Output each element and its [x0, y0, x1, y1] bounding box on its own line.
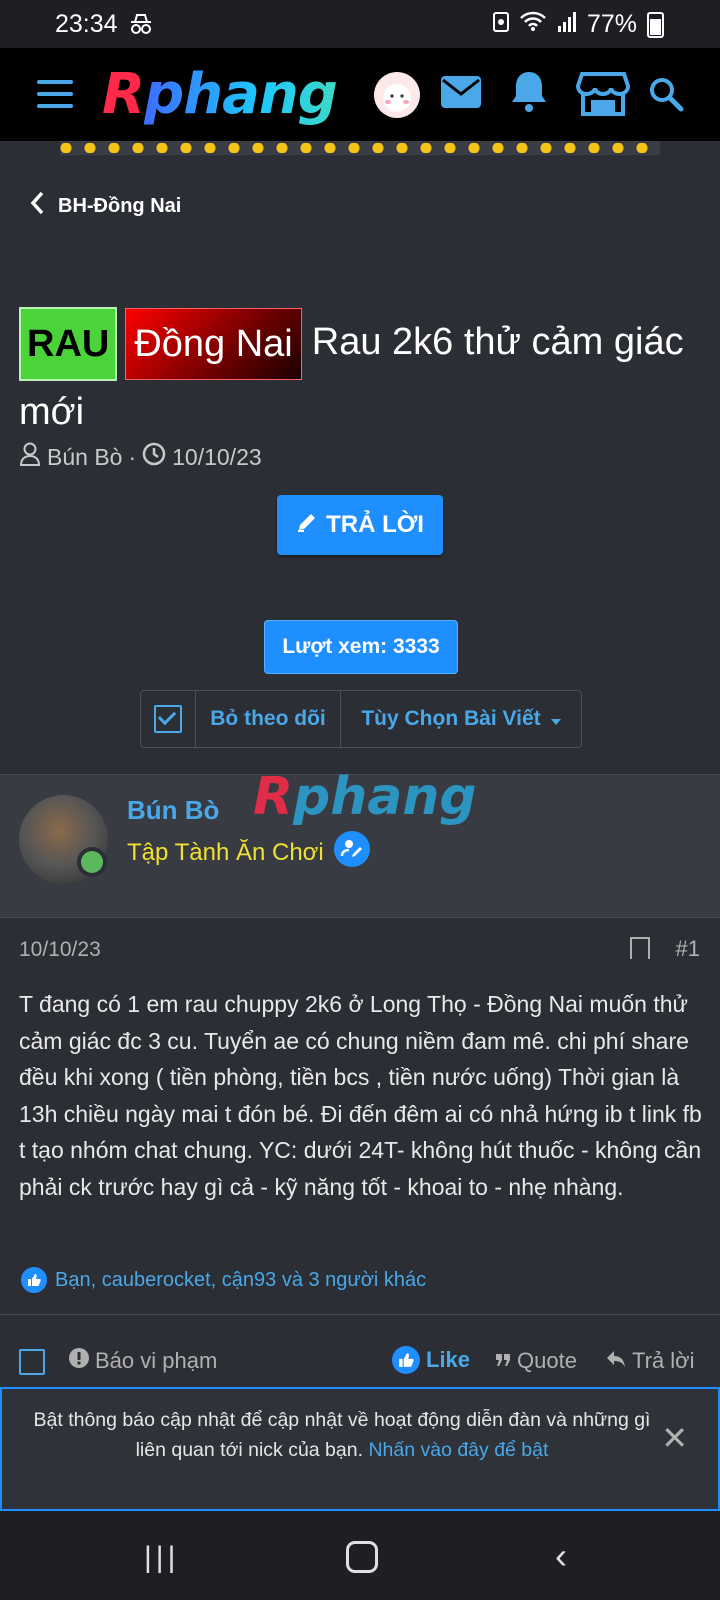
post-body: T đang có 1 em rau chuppy 2k6 ở Long Thọ… [19, 991, 702, 1200]
checkbox-checked-icon [154, 705, 182, 733]
store-icon[interactable] [575, 70, 631, 118]
reply-button[interactable]: TRẢ LỜI [277, 495, 443, 555]
user-avatar[interactable] [374, 72, 420, 118]
view-count-badge: Lượt xem: 3333 [264, 620, 458, 674]
reactions-summary[interactable]: Bạn, cauberocket, cận93 và 3 người khác [19, 1265, 426, 1295]
system-nav-bar: ||| ‹ [0, 1511, 720, 1600]
verified-editor-icon [333, 831, 370, 874]
thread-meta: Bún Bò · 10/10/23 [19, 442, 262, 472]
notice-text: Bật thông báo cập nhật để cập nhật về ho… [33, 1409, 651, 1461]
select-thread-checkbox[interactable] [141, 691, 196, 747]
post-reply-button[interactable]: Trả lời [606, 1348, 695, 1374]
thread-date[interactable]: 10/10/23 [172, 444, 262, 471]
menu-icon[interactable] [37, 80, 73, 108]
online-status-icon [77, 847, 107, 877]
mail-icon[interactable] [440, 74, 488, 122]
status-time: 23:34 [55, 10, 118, 38]
post-author-header: Bún Bò Tập Tành Ăn Chơi Rphang [0, 767, 720, 918]
search-icon[interactable] [648, 76, 696, 124]
recent-apps-icon[interactable]: ||| [144, 1541, 179, 1575]
thread-options-label: Tùy Chọn Bài Viết [361, 707, 541, 730]
bell-icon[interactable] [510, 70, 558, 118]
select-post-checkbox[interactable] [19, 1349, 45, 1375]
data-saver-icon [492, 10, 509, 39]
wifi-icon [519, 10, 547, 39]
divider [0, 1314, 720, 1315]
notice-enable-link[interactable]: Nhấn vào đây để bật [368, 1439, 548, 1461]
pencil-icon [296, 511, 318, 540]
report-button[interactable]: Báo vi phạm [69, 1348, 217, 1374]
reply-button-label: TRẢ LỜI [326, 511, 424, 538]
user-icon [19, 442, 41, 472]
battery-icon [647, 11, 664, 38]
signal-icon [557, 10, 577, 39]
unwatch-button[interactable]: Bỏ theo dõi [196, 691, 341, 747]
decorative-banner [60, 141, 660, 155]
post-reply-label: Trả lời [632, 1348, 695, 1373]
post-number[interactable]: #1 [676, 936, 700, 962]
caret-down-icon [550, 707, 561, 731]
back-icon[interactable]: ‹ [555, 1535, 567, 1577]
bookmark-icon[interactable] [630, 937, 650, 959]
site-logo[interactable]: Rphang [102, 62, 338, 127]
post-author-name[interactable]: Bún Bò [127, 795, 219, 826]
like-button[interactable]: Like [392, 1346, 470, 1374]
watermark-logo: Rphang [253, 767, 477, 827]
home-icon[interactable] [346, 1541, 378, 1573]
prefix-tag-location[interactable]: Đồng Nai [125, 308, 302, 380]
breadcrumb-label: BH-Đồng Nai [58, 194, 182, 217]
quote-label: Quote [517, 1348, 577, 1373]
top-navbar: Rphang [0, 48, 720, 141]
battery-percent: 77% [586, 10, 637, 38]
close-icon[interactable]: ✕ [661, 1419, 688, 1457]
prefix-tag-rau[interactable]: RAU [19, 307, 118, 381]
chevron-left-icon [30, 191, 44, 221]
reply-arrow-icon [606, 1348, 626, 1374]
thread-actions: Bỏ theo dõi Tùy Chọn Bài Viết [140, 690, 582, 748]
clock-icon [142, 442, 166, 472]
breadcrumb[interactable]: BH-Đồng Nai [30, 191, 181, 221]
exclamation-circle-icon [69, 1348, 89, 1374]
post-actions: Báo vi phạm Like Quote Trả lời [19, 1346, 699, 1382]
post-date[interactable]: 10/10/23 [19, 938, 101, 962]
quote-button[interactable]: Quote [495, 1348, 577, 1374]
like-label: Like [426, 1347, 471, 1372]
user-title: Tập Tành Ăn Chơi [127, 831, 370, 874]
reactions-text: Bạn, cauberocket, cận93 và 3 người khác [55, 1268, 427, 1291]
user-title-text: Tập Tành Ăn Chơi [127, 838, 324, 866]
thread-title-text: Rau 2k6 thử cảm giác mới [19, 321, 684, 433]
quote-icon [495, 1348, 511, 1374]
thumbs-up-icon [392, 1346, 420, 1374]
thread-options-dropdown[interactable]: Tùy Chọn Bài Viết [341, 691, 581, 747]
thread-title: RAU Đồng Nai Rau 2k6 thử cảm giác mới [19, 307, 709, 443]
push-notice-banner: Bật thông báo cập nhật để cập nhật về ho… [0, 1387, 720, 1511]
like-reaction-icon [19, 1265, 49, 1295]
status-bar: 23:34 77% [0, 0, 720, 48]
incognito-icon [128, 12, 154, 43]
thread-author[interactable]: Bún Bò [47, 444, 122, 471]
report-label: Báo vi phạm [95, 1348, 218, 1373]
notice-text-block: Bật thông báo cập nhật để cập nhật về ho… [22, 1405, 662, 1465]
